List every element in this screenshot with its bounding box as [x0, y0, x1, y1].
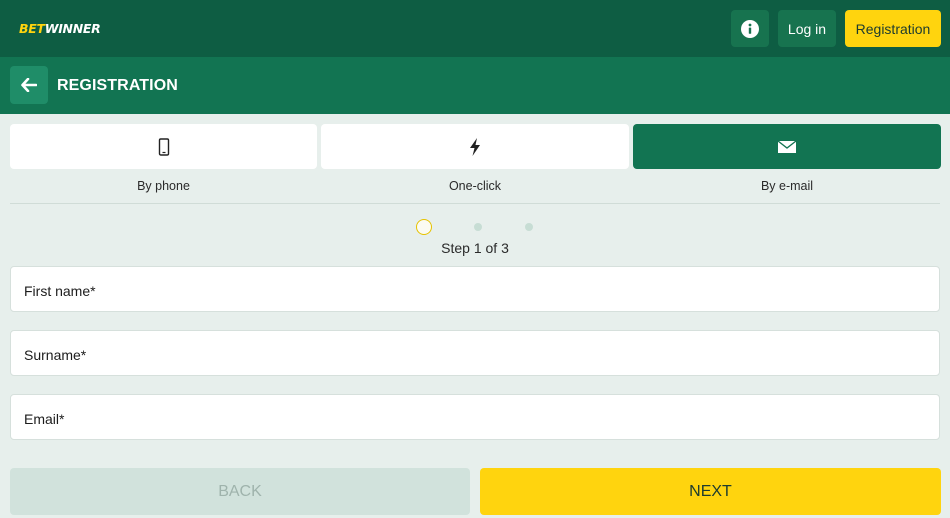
top-bar: BETWINNER Log in Registration [0, 0, 950, 57]
first-name-field[interactable]: First name* [10, 266, 940, 312]
envelope-icon [777, 139, 797, 153]
method-label-phone: By phone [137, 179, 190, 193]
page-header: REGISTRATION [0, 57, 950, 114]
email-label: Email* [24, 411, 65, 427]
method-tab-phone[interactable] [10, 124, 317, 169]
first-name-label: First name* [24, 283, 96, 299]
surname-label: Surname* [24, 347, 87, 363]
method-tab-one-click[interactable] [321, 124, 629, 169]
step-dot-3 [525, 223, 533, 231]
step-dot-2 [474, 223, 482, 231]
logo-part-winner: WINNER [44, 21, 101, 36]
info-button[interactable] [731, 10, 769, 47]
betwinner-logo[interactable]: BETWINNER [19, 21, 101, 36]
step-indicator-text: Step 1 of 3 [441, 240, 509, 256]
email-field[interactable]: Email* [10, 394, 940, 440]
divider [10, 203, 940, 204]
registration-button[interactable]: Registration [845, 10, 941, 47]
back-button[interactable]: BACK [10, 468, 470, 515]
login-button[interactable]: Log in [778, 10, 836, 47]
back-arrow-button[interactable] [10, 66, 48, 104]
step-dot-current [416, 219, 432, 235]
method-label-email: By e-mail [760, 179, 814, 193]
next-button[interactable]: NEXT [480, 468, 941, 515]
arrow-left-icon [21, 78, 37, 92]
method-label-one-click: One-click [448, 179, 502, 193]
method-tab-email[interactable] [633, 124, 941, 169]
logo-part-bet: BET [19, 21, 45, 36]
surname-field[interactable]: Surname* [10, 330, 940, 376]
page-title: REGISTRATION [57, 77, 178, 94]
phone-icon [158, 137, 169, 156]
lightning-icon [470, 137, 480, 156]
info-icon [741, 19, 759, 38]
